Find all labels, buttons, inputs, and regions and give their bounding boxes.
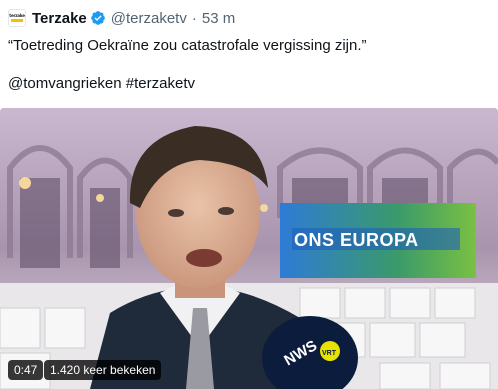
tweet-tags: @tomvangrieken #terzaketv — [8, 74, 492, 93]
quote-text: “Toetreding Oekraïne zou catastrofale ve… — [8, 37, 367, 54]
avatar[interactable]: terzake — [8, 9, 26, 27]
display-name[interactable]: Terzake — [32, 10, 87, 27]
mic-badge-text: VRT — [322, 350, 337, 357]
tweet-text: “Toetreding Oekraïne zou catastrofale ve… — [8, 36, 492, 93]
video-player[interactable]: ONS EUROPA NWS VRT 0:47 1.420 keer bekek… — [0, 108, 498, 389]
timestamp[interactable]: 53 m — [202, 10, 235, 27]
mention-link[interactable]: @tomvangrieken — [8, 75, 122, 92]
stage-banner-text: ONS EUROPA — [294, 230, 419, 250]
avatar-logo-text: terzake — [9, 13, 25, 18]
verified-badge-icon — [90, 10, 106, 26]
video-duration: 0:47 — [8, 360, 44, 380]
avatar-logo-bar — [11, 19, 23, 22]
tweet-header: terzake Terzake @terzaketv · 53 m — [8, 7, 235, 29]
view-count: 1.420 keer bekeken — [44, 360, 162, 380]
separator-dot: · — [191, 9, 197, 27]
hashtag-link[interactable]: #terzaketv — [126, 75, 195, 92]
handle[interactable]: @terzaketv — [111, 10, 187, 27]
video-frame: ONS EUROPA NWS VRT — [0, 108, 498, 389]
